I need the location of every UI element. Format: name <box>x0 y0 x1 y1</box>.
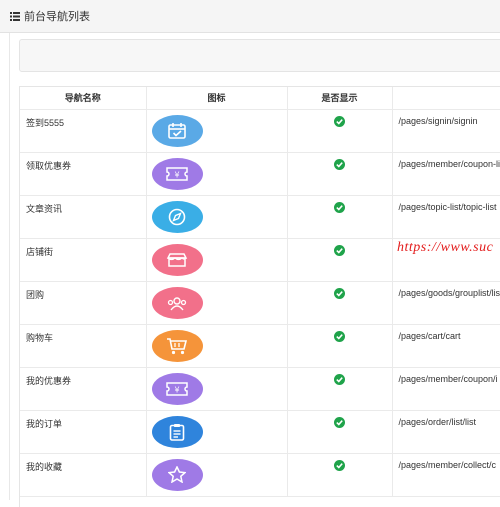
nav-icon-cell <box>146 195 288 239</box>
toolbar <box>19 39 500 72</box>
nav-shown-cell <box>287 152 393 196</box>
check-circle-icon[interactable] <box>334 287 345 299</box>
nav-icon-cell <box>146 281 288 325</box>
check-circle-icon[interactable] <box>334 201 345 213</box>
nav-icon-cell <box>146 324 288 368</box>
nav-shown-cell <box>287 281 393 325</box>
nav-shown-cell <box>287 367 393 411</box>
svg-text:¥: ¥ <box>174 170 179 179</box>
list-icon <box>10 11 20 21</box>
panel-header: 前台导航列表 <box>0 0 500 33</box>
nav-name-cell: 文章资讯 <box>20 195 147 239</box>
nav-name-cell: 我的收藏 <box>20 453 147 497</box>
column-header-shown[interactable]: 是否显示 <box>287 87 393 110</box>
nav-icon-cell <box>146 410 288 454</box>
column-header-path[interactable] <box>392 87 500 110</box>
table-row: 购物车/pages/cart/cart <box>20 324 500 368</box>
column-header-name[interactable]: 导航名称 <box>20 87 147 110</box>
table-row: 签到5555/pages/signin/signin <box>20 109 500 153</box>
nav-shown-cell <box>287 109 393 153</box>
check-circle-icon[interactable] <box>334 373 345 385</box>
store-icon <box>151 243 203 276</box>
nav-shown-cell <box>287 238 393 282</box>
nav-icon-cell: ¥ <box>146 152 288 196</box>
nav-shown-cell <box>287 195 393 239</box>
table-row: 我的收藏/pages/member/collect/c <box>20 453 500 497</box>
nav-name-cell: 团购 <box>20 281 147 325</box>
cart-icon <box>151 329 203 362</box>
compass-icon <box>151 200 203 233</box>
nav-icon-cell <box>146 238 288 282</box>
nav-path-cell: /pages/goods/grouplist/lis <box>392 281 500 325</box>
nav-name-cell: 我的优惠券 <box>20 367 147 411</box>
nav-icon-cell <box>146 109 288 153</box>
check-circle-icon[interactable] <box>334 158 345 170</box>
check-circle-icon[interactable] <box>334 330 345 342</box>
nav-path-cell: /pages/member/coupon/i <box>392 367 500 411</box>
table-row: 我的优惠券 ¥ /pages/member/coupon/i <box>20 367 500 411</box>
group-icon <box>151 286 203 319</box>
watermark-text: https://www.suc <box>397 240 494 255</box>
nav-shown-cell <box>287 324 393 368</box>
column-header-icon[interactable]: 图标 <box>146 87 288 110</box>
nav-shown-cell <box>287 453 393 497</box>
table-row: 领取优惠券 ¥ /pages/member/coupon-li <box>20 152 500 196</box>
nav-path-cell: /pages/member/collect/c <box>392 453 500 497</box>
nav-path-cell: /pages/order/list/list <box>392 410 500 454</box>
nav-name-cell: 我的订单 <box>20 410 147 454</box>
nav-name-cell: 签到5555 <box>20 109 147 153</box>
nav-name-cell: 店铺街 <box>20 238 147 282</box>
nav-name-cell: 购物车 <box>20 324 147 368</box>
content-left-border <box>9 33 10 500</box>
nav-shown-cell <box>287 410 393 454</box>
check-circle-icon[interactable] <box>334 459 345 471</box>
table-row: 我的订单/pages/order/list/list <box>20 410 500 454</box>
table-row: 文章资讯/pages/topic-list/topic-list <box>20 195 500 239</box>
ticket-icon: ¥ <box>151 372 203 405</box>
nav-icon-cell <box>146 453 288 497</box>
nav-table: 导航名称 图标 是否显示 签到5555/pages/signin/signin 领… <box>19 86 500 507</box>
nav-path-cell: /pages/member/coupon-li <box>392 152 500 196</box>
calendar-icon <box>151 114 203 147</box>
nav-path-cell: /pages/topic-list/topic-list <box>392 195 500 239</box>
check-circle-icon[interactable] <box>334 416 345 428</box>
clipboard-icon <box>151 415 203 448</box>
nav-path-cell: /pages/signin/signin <box>392 109 500 153</box>
nav-icon-cell: ¥ <box>146 367 288 411</box>
table-header-row: 导航名称 图标 是否显示 <box>20 87 500 110</box>
page-title: 前台导航列表 <box>24 11 90 23</box>
nav-name-cell: 领取优惠券 <box>20 152 147 196</box>
table-row: 团购/pages/goods/grouplist/lis <box>20 281 500 325</box>
star-icon <box>151 458 203 491</box>
check-circle-icon[interactable] <box>334 115 345 127</box>
svg-text:¥: ¥ <box>174 385 179 394</box>
check-circle-icon[interactable] <box>334 244 345 256</box>
ticket-icon: ¥ <box>151 157 203 190</box>
nav-path-cell: /pages/cart/cart <box>392 324 500 368</box>
